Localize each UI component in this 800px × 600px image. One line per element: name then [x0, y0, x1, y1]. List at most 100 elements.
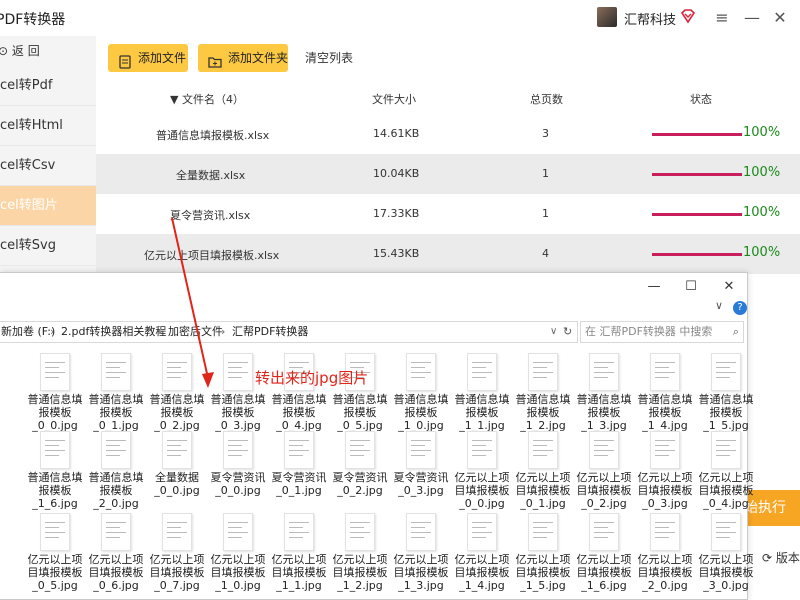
add-file-button[interactable]: 添加文件 [108, 44, 188, 72]
chevron-right-icon: › [158, 325, 163, 338]
maximize-icon[interactable]: ☐ [680, 277, 702, 297]
brand-name[interactable]: 汇帮科技 [624, 9, 676, 28]
file-name-line: 亿元以上项 [332, 553, 388, 566]
back-label: 返 回 [11, 44, 40, 58]
table-row[interactable]: 夏令营资讯.xlsx 17.33KB 1 100% [96, 194, 800, 234]
file-size: 14.61KB [373, 127, 420, 140]
vip-diamond-icon[interactable] [679, 7, 697, 25]
file-name-line: _3_0.jpg [703, 579, 749, 592]
minimize-icon[interactable]: — [740, 6, 764, 30]
image-thumbnail [406, 431, 436, 469]
image-thumbnail [101, 431, 131, 469]
breadcrumb-converter[interactable]: 汇帮PDF转换器 [232, 322, 308, 342]
file-name-line: 报模板 [587, 406, 621, 419]
image-thumbnail [589, 353, 619, 391]
file-name-line: 普通信息填 [576, 393, 632, 406]
breadcrumb-encrypted[interactable]: 加密后文件 [168, 322, 223, 342]
file-name-line: 亿元以上项 [698, 553, 754, 566]
file-name: 普通信息填 报模板 _1_3.jpg [573, 393, 635, 432]
file-name-line: _2_0.jpg [642, 579, 688, 592]
image-thumbnail [711, 353, 741, 391]
refresh-icon[interactable]: ↻ [563, 322, 572, 342]
clear-list-button[interactable]: 清空列表 [305, 44, 353, 72]
file-name: 普通信息填 报模板 _1_1.jpg [451, 393, 513, 432]
table-row[interactable]: 全量数据.xlsx 10.04KB 1 100% [96, 154, 800, 194]
file-name-line: 亿元以上项 [454, 471, 510, 484]
minimize-icon[interactable]: — [643, 277, 665, 297]
avatar[interactable] [597, 7, 617, 27]
refresh-icon: ⟳ [762, 551, 776, 565]
file-name: 亿元以上项 目填报模板 _1_1.jpg [268, 553, 330, 592]
file-name: 普通信息填 报模板 _0_1.jpg [85, 393, 147, 432]
page-count: 3 [542, 127, 549, 140]
image-thumbnail [528, 431, 558, 469]
sidebar-item-html[interactable]: cel转Html [0, 106, 96, 146]
table-row[interactable]: 普通信息填报模板.xlsx 14.61KB 3 100% [96, 114, 800, 154]
image-thumbnail [284, 513, 314, 551]
table-row[interactable]: 亿元以上项目填报模板.xlsx 15.43KB 4 100% [96, 234, 800, 274]
file-name: 亿元以上项 目填报模板 _0_2.jpg [573, 471, 635, 510]
image-thumbnail [40, 513, 70, 551]
add-folder-button[interactable]: 添加文件夹 [198, 44, 288, 72]
file-size: 17.33KB [373, 207, 420, 220]
image-thumbnail [589, 513, 619, 551]
close-icon[interactable]: ✕ [768, 6, 792, 30]
sidebar-item-csv[interactable]: cel转Csv [0, 146, 96, 186]
sidebar-item-pdf[interactable]: cel转Pdf [0, 66, 96, 106]
image-thumbnail [528, 353, 558, 391]
image-thumbnail [223, 353, 253, 391]
search-placeholder: 在 汇帮PDF转换器 中搜索 [585, 325, 713, 338]
file-name: 夏令营资讯.xlsx [170, 209, 251, 222]
annotation-label: 转出来的jpg图片 [255, 369, 369, 387]
chevron-right-icon: › [50, 325, 55, 338]
add-folder-label: 添加文件夹 [228, 51, 289, 65]
sidebar-item-image[interactable]: cel转图片 [0, 186, 96, 226]
dropdown-icon[interactable]: ∨ [550, 322, 557, 342]
file-name-line: 报模板 [221, 406, 255, 419]
file-name-line: 普通信息填 [515, 393, 571, 406]
menu-icon[interactable]: ≡ [710, 6, 734, 30]
file-name-line: 报模板 [404, 406, 438, 419]
file-name-line: 亿元以上项 [515, 471, 571, 484]
file-name: 普通信息填 报模板 _0_4.jpg [268, 393, 330, 432]
file-name: 普通信息填 报模板 _1_5.jpg [695, 393, 757, 432]
file-name: 普通信息填 报模板 _0_5.jpg [329, 393, 391, 432]
file-name: 亿元以上项 目填报模板 _0_3.jpg [634, 471, 696, 510]
file-name: 普通信息填 报模板 _0_0.jpg [24, 393, 86, 432]
progress-bar [652, 213, 742, 216]
file-name-line: 目填报模板 [515, 484, 571, 497]
breadcrumb-tutorials[interactable]: 2.pdf转换器相关教程 [61, 322, 166, 342]
file-name-line: _0_3.jpg [642, 497, 688, 510]
image-thumbnail [528, 513, 558, 551]
file-name-line: 亿元以上项 [271, 553, 327, 566]
file-name-line: 亿元以上项 [637, 553, 693, 566]
folder-icon [208, 51, 222, 68]
close-icon[interactable]: ✕ [718, 277, 740, 297]
breadcrumb-drive[interactable]: 新加卷 (F:) [1, 322, 55, 342]
back-button[interactable]: ⊙ 返 回 [0, 36, 96, 66]
image-thumbnail [284, 431, 314, 469]
file-name: 亿元以上项 目填报模板 _0_1.jpg [512, 471, 574, 510]
address-bar[interactable]: 新加卷 (F:) › 2.pdf转换器相关教程 › 加密后文件 › 汇帮PDF转… [0, 321, 578, 343]
file-name-line: _0_6.jpg [93, 579, 139, 592]
file-name-line: 报模板 [343, 406, 377, 419]
file-name-line: _0_0.jpg [459, 497, 505, 510]
chevron-down-icon[interactable]: ∨ [715, 299, 723, 312]
file-name: 夏令营资讯 _0_3.jpg [390, 471, 452, 497]
file-name-line: 报模板 [282, 406, 316, 419]
sidebar-item-svg[interactable]: cel转Svg [0, 226, 96, 266]
file-name-line: _1_1.jpg [276, 579, 322, 592]
file-name-line: _0_1.jpg [276, 484, 322, 497]
image-thumbnail [40, 353, 70, 391]
file-name-line: 目填报模板 [698, 484, 754, 497]
header-filename[interactable]: ▼ 文件名（4） [170, 91, 244, 107]
version-link[interactable]: ⟳ 版本 [762, 549, 800, 566]
help-icon[interactable]: ? [733, 301, 747, 315]
file-name-line: 普通信息填 [88, 471, 144, 484]
progress-bar [652, 133, 742, 136]
image-thumbnail [162, 513, 192, 551]
file-name-line: _0_3.jpg [398, 484, 444, 497]
file-name-line: 目填报模板 [454, 566, 510, 579]
search-input[interactable]: 在 汇帮PDF转换器 中搜索 ⌕ [580, 321, 744, 343]
image-thumbnail [711, 431, 741, 469]
